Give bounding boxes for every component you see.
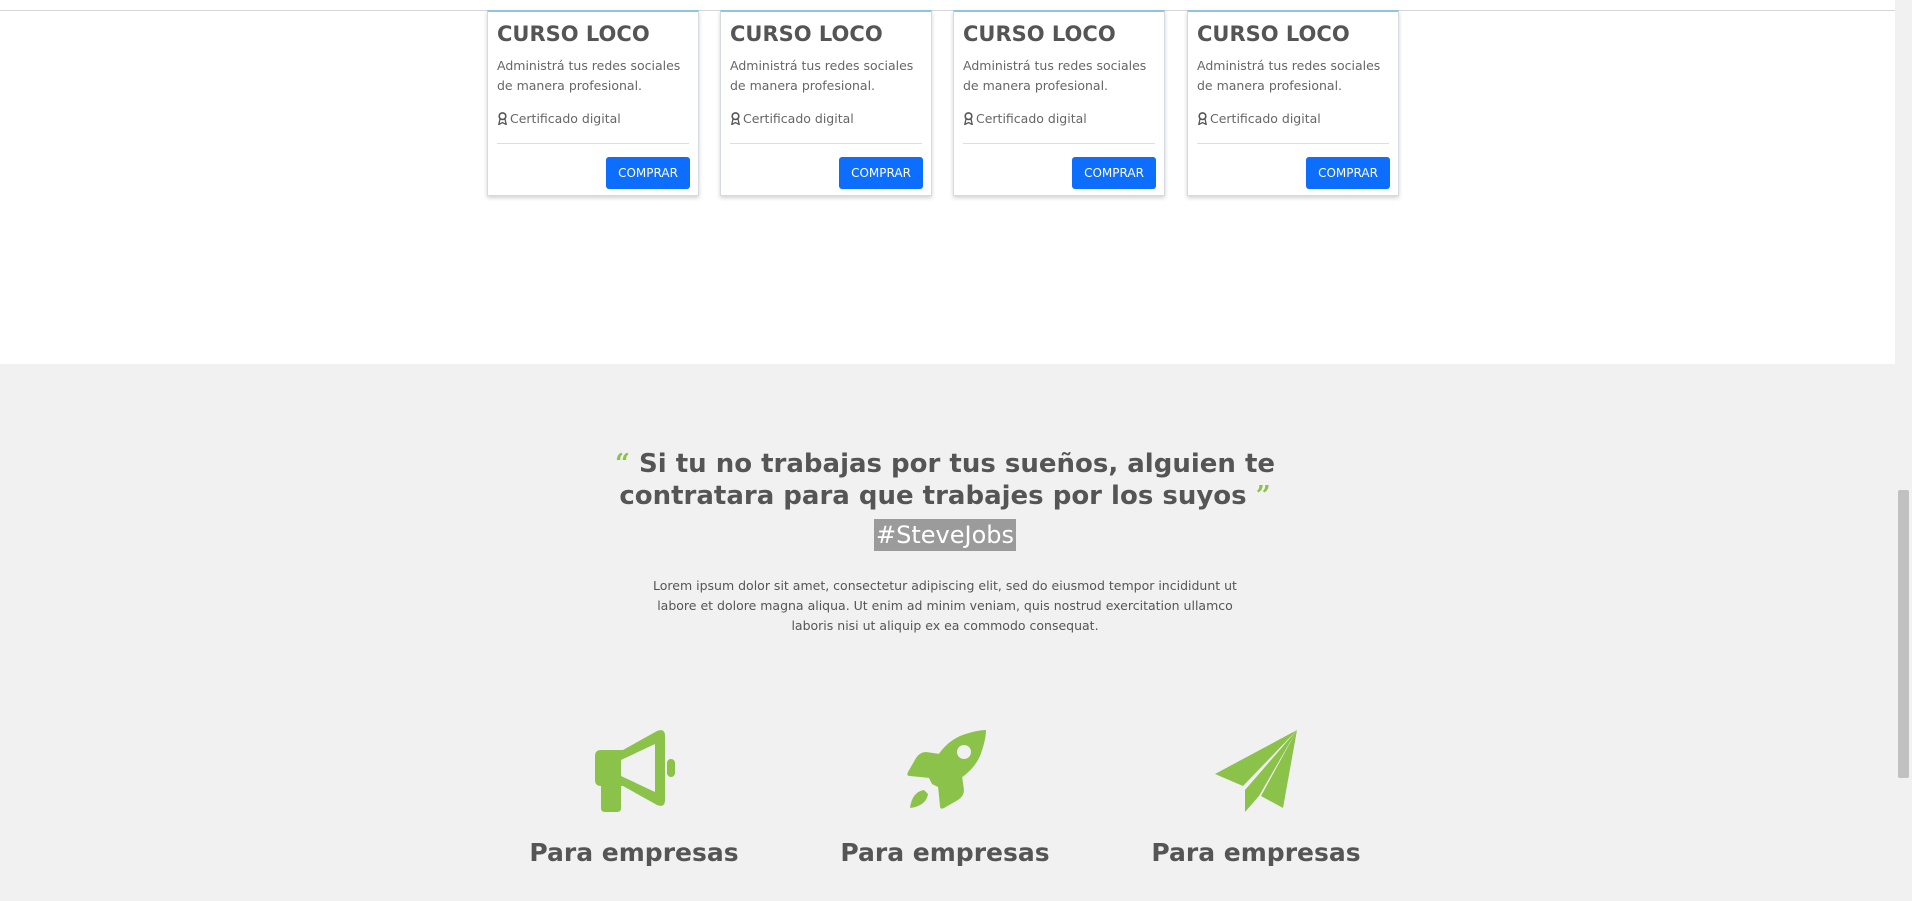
feature-title: Para empresas bbox=[840, 838, 1050, 867]
certificate-label: Certificado digital bbox=[1210, 111, 1321, 126]
card-divider bbox=[963, 143, 1155, 144]
quote-text: Si tu no trabajas por tus sueños, alguie… bbox=[619, 449, 1276, 511]
buy-button[interactable]: COMPRAR bbox=[839, 157, 923, 189]
award-icon bbox=[497, 112, 508, 126]
megaphone-icon bbox=[595, 730, 675, 812]
quote: “ Si tu no trabajas por tus sueños, algu… bbox=[600, 448, 1290, 512]
quote-body: Lorem ipsum dolor sit amet, consectetur … bbox=[653, 578, 1237, 633]
open-quote-icon: “ bbox=[614, 449, 630, 479]
course-title: CURSO LOCO bbox=[730, 22, 883, 46]
course-title: CURSO LOCO bbox=[497, 22, 650, 46]
close-quote-icon: ” bbox=[1255, 481, 1271, 511]
quote-section: “ Si tu no trabajas por tus sueños, algu… bbox=[0, 364, 1895, 901]
certificate-info: Certificado digital bbox=[963, 111, 1087, 126]
course-description: Administrá tus redes sociales de manera … bbox=[1197, 58, 1381, 93]
card-divider bbox=[730, 143, 922, 144]
feature-item: Para empresas bbox=[524, 728, 744, 867]
buy-button[interactable]: COMPRAR bbox=[1072, 157, 1156, 189]
feature-title: Para empresas bbox=[1151, 838, 1361, 867]
course-title: CURSO LOCO bbox=[1197, 22, 1350, 46]
course-description: Administrá tus redes sociales de manera … bbox=[963, 58, 1147, 93]
certificate-label: Certificado digital bbox=[976, 111, 1087, 126]
course-description: Administrá tus redes sociales de manera … bbox=[497, 58, 681, 93]
vertical-scrollbar[interactable] bbox=[1895, 0, 1912, 901]
scrollbar-thumb[interactable] bbox=[1898, 490, 1909, 778]
certificate-label: Certificado digital bbox=[510, 111, 621, 126]
card-divider bbox=[497, 143, 689, 144]
award-icon bbox=[730, 112, 741, 126]
certificate-label: Certificado digital bbox=[743, 111, 854, 126]
quote-author-hashtag: #SteveJobs bbox=[874, 519, 1016, 551]
hashtag-row: #SteveJobs bbox=[0, 519, 1890, 551]
award-icon bbox=[963, 112, 974, 126]
rocket-icon bbox=[907, 730, 986, 809]
course-cards: CURSO LOCO Administrá tus redes sociales… bbox=[487, 10, 1402, 198]
certificate-info: Certificado digital bbox=[497, 111, 621, 126]
course-card: CURSO LOCO Administrá tus redes sociales… bbox=[487, 10, 699, 196]
award-icon bbox=[1197, 112, 1208, 126]
certificate-info: Certificado digital bbox=[730, 111, 854, 126]
feature-item: Para empresas bbox=[835, 728, 1055, 867]
course-card: CURSO LOCO Administrá tus redes sociales… bbox=[1187, 10, 1399, 196]
feature-item: Para empresas bbox=[1146, 728, 1366, 867]
course-description: Administrá tus redes sociales de manera … bbox=[730, 58, 914, 93]
certificate-info: Certificado digital bbox=[1197, 111, 1321, 126]
feature-title: Para empresas bbox=[529, 838, 739, 867]
paper-plane-icon bbox=[1215, 730, 1297, 812]
buy-button[interactable]: COMPRAR bbox=[1306, 157, 1390, 189]
course-card: CURSO LOCO Administrá tus redes sociales… bbox=[953, 10, 1165, 196]
course-title: CURSO LOCO bbox=[963, 22, 1116, 46]
buy-button[interactable]: COMPRAR bbox=[606, 157, 690, 189]
course-card: CURSO LOCO Administrá tus redes sociales… bbox=[720, 10, 932, 196]
card-divider bbox=[1197, 143, 1389, 144]
